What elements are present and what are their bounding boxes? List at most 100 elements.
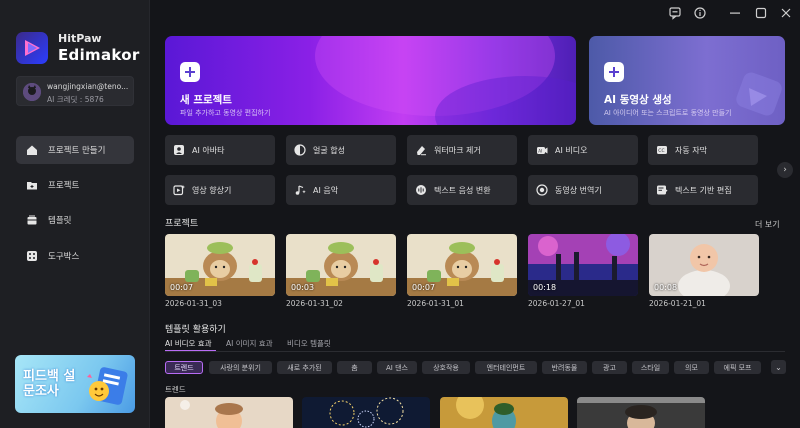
- tab-ai-image-effects[interactable]: AI 이미지 효과: [226, 338, 273, 349]
- tool-text-to-speech[interactable]: 텍스트 음성 변환: [407, 175, 517, 205]
- tool-face-swap[interactable]: 얼굴 합성: [286, 135, 396, 165]
- project-thumbnail[interactable]: 00:07: [407, 234, 517, 296]
- chip-trend[interactable]: 트렌드: [165, 361, 203, 374]
- template-icon: [27, 215, 37, 225]
- chip-entertainment[interactable]: 엔터테인먼트: [475, 361, 537, 374]
- fantasy-template-image: [440, 397, 568, 428]
- info-icon[interactable]: [693, 6, 707, 20]
- sidebar-item-projects[interactable]: 프로젝트: [16, 171, 134, 199]
- project-name: 2026-01-21_01: [649, 299, 706, 308]
- new-project-subtitle: 파일 추가하고 동영상 편집하기: [180, 109, 271, 117]
- template-thumbnail[interactable]: [440, 397, 568, 428]
- new-project-card[interactable]: 새 프로젝트 파일 추가하고 동영상 편집하기: [165, 36, 576, 125]
- tool-ai-video[interactable]: AI AI 비디오: [528, 135, 638, 165]
- template-thumbnail[interactable]: [577, 397, 705, 428]
- chip-love-mood[interactable]: 사랑의 분위기: [209, 361, 272, 374]
- chip-ai-dance[interactable]: AI 댄스: [377, 361, 417, 374]
- sidebar-item-label: 도구박스: [48, 252, 80, 262]
- text-edit-icon: [657, 185, 668, 195]
- account-email: wangjingxian@teno...: [47, 82, 129, 91]
- ai-video-icon: AI: [537, 147, 548, 154]
- add-icon: [604, 62, 624, 82]
- project-name: 2026-01-31_03: [165, 299, 222, 308]
- tools-next-button[interactable]: ›: [777, 162, 793, 178]
- active-tab-indicator: [165, 350, 216, 351]
- new-project-title: 새 프로젝트: [180, 94, 232, 106]
- template-thumbnail[interactable]: [302, 397, 430, 428]
- tool-auto-subtitle[interactable]: CC 자동 자막: [648, 135, 758, 165]
- minimize-icon[interactable]: [728, 6, 742, 20]
- avatar: [23, 83, 41, 101]
- template-thumbnail[interactable]: [165, 397, 293, 428]
- tool-label: 워터마크 제거: [434, 145, 481, 155]
- chip-newly-added[interactable]: 새로 추가된: [277, 361, 332, 374]
- ai-credits: AI 크레딧 : 5876: [47, 95, 104, 104]
- sidebar-item-label: 템플릿: [48, 216, 72, 226]
- chip-style[interactable]: 스타일: [632, 361, 669, 374]
- chip-ads[interactable]: 광고: [592, 361, 627, 374]
- tool-label: 영상 향상기: [192, 185, 232, 195]
- translate-icon: [536, 184, 548, 196]
- tool-ai-music[interactable]: AI 음악: [286, 175, 396, 205]
- project-thumbnail[interactable]: 00:18: [528, 234, 638, 296]
- tool-label: AI 아바타: [192, 145, 225, 155]
- tool-video-enhancer[interactable]: 영상 향상기: [165, 175, 275, 205]
- chips-expand-button[interactable]: ⌄: [771, 360, 786, 374]
- tab-video-templates[interactable]: 비디오 템플릿: [287, 338, 331, 349]
- project-duration: 00:08: [654, 283, 678, 292]
- tool-ai-avatar[interactable]: AI 아바타: [165, 135, 275, 165]
- portrait-template-image: [577, 397, 705, 428]
- fireworks-template-image: [302, 397, 430, 428]
- tool-label: 자동 자막: [675, 145, 707, 155]
- ai-video-subtitle: AI 아이디어 또는 스크립트로 동영상 만들기: [604, 109, 732, 117]
- project-thumbnail[interactable]: 00:08: [649, 234, 759, 296]
- sidebar-item-toolbox[interactable]: 도구박스: [16, 242, 134, 270]
- chip-epic-morph[interactable]: 에픽 모프: [714, 361, 761, 374]
- product-name: Edimakor: [58, 46, 140, 64]
- avatar-icon: [174, 145, 184, 155]
- ai-video-generate-card[interactable]: AI 동영상 생성 AI 아이디어 또는 스크립트로 동영상 만들기: [589, 36, 785, 125]
- account-card[interactable]: wangjingxian@teno... AI 크레딧 : 5876: [16, 76, 134, 106]
- chip-interaction[interactable]: 상호작용: [422, 361, 470, 374]
- tool-watermark-remove[interactable]: 워터마크 제거: [407, 135, 517, 165]
- project-name: 2026-01-27_01: [528, 299, 585, 308]
- project-thumbnail[interactable]: 00:07: [165, 234, 275, 296]
- project-duration: 00:03: [291, 283, 315, 292]
- tool-label: 얼굴 합성: [313, 145, 345, 155]
- app-logo: [16, 32, 48, 64]
- tool-label: 동영상 번역기: [555, 185, 602, 195]
- chip-dance[interactable]: 춤: [337, 361, 372, 374]
- project-thumbnail[interactable]: 00:03: [286, 234, 396, 296]
- sidebar-item-create-project[interactable]: 프로젝트 만들기: [16, 136, 134, 164]
- sidebar-item-label: 프로젝트 만들기: [48, 146, 106, 156]
- tab-ai-video-effects[interactable]: AI 비디오 효과: [165, 338, 212, 349]
- tool-video-translator[interactable]: 동영상 번역기: [528, 175, 638, 205]
- feedback-survey-banner[interactable]: 피드백 설문조사: [15, 355, 135, 413]
- projects-more-link[interactable]: 더 보기: [755, 219, 780, 230]
- tool-label: AI 음악: [313, 185, 339, 195]
- close-icon[interactable]: [779, 6, 793, 20]
- chip-appearance[interactable]: 의모: [674, 361, 709, 374]
- add-icon: [180, 62, 200, 82]
- subtitle-icon: CC: [657, 146, 667, 154]
- ai-video-title: AI 동영상 생성: [604, 94, 672, 106]
- brand-name: HitPaw: [58, 32, 102, 45]
- chip-pets[interactable]: 반려동물: [542, 361, 587, 374]
- svg-text:CC: CC: [658, 148, 664, 154]
- sidebar-item-templates[interactable]: 템플릿: [16, 206, 134, 234]
- feedback-icon[interactable]: [668, 6, 682, 20]
- sidebar: HitPaw Edimakor wangjingxian@teno... AI …: [0, 0, 150, 428]
- tts-icon: [416, 185, 426, 195]
- baby-template-image: [165, 397, 293, 428]
- home-icon: [27, 145, 37, 155]
- enhance-icon: [173, 185, 185, 196]
- tool-text-based-edit[interactable]: 텍스트 기반 편집: [648, 175, 758, 205]
- tool-label: AI 비디오: [555, 145, 588, 155]
- project-duration: 00:07: [170, 283, 194, 292]
- toolbox-icon: [27, 251, 37, 261]
- templates-heading: 템플릿 활용하기: [165, 325, 226, 335]
- maximize-icon[interactable]: [754, 6, 768, 20]
- project-duration: 00:07: [412, 283, 436, 292]
- chevron-down-icon: ⌄: [775, 362, 782, 372]
- face-swap-icon: [294, 144, 306, 156]
